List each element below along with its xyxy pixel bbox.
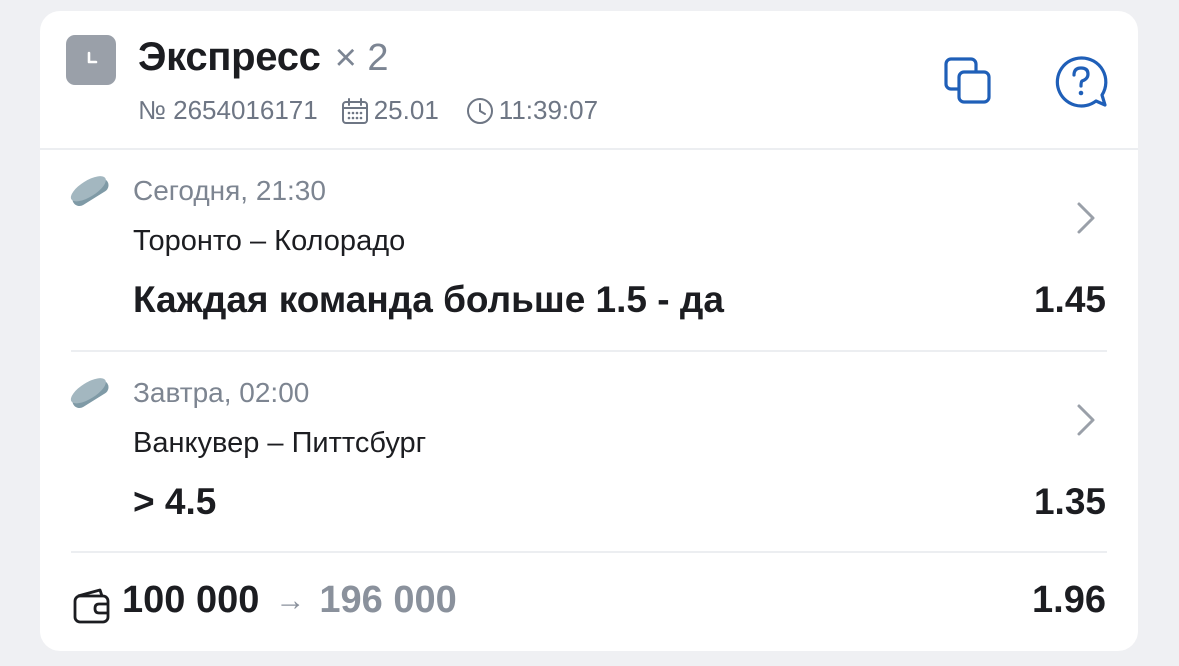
stake-amount: 100 000 (122, 579, 260, 621)
bet-meta: № 2654016171 25.01 11:39:07 (138, 95, 598, 126)
copy-icon (944, 57, 991, 104)
arrow-right-icon: → (275, 583, 306, 617)
clock-icon (465, 96, 495, 126)
copy-button[interactable] (938, 51, 1000, 113)
event-odds: 1.45 (1033, 279, 1106, 320)
bet-title-row: Экспресс × 2 (138, 35, 389, 80)
event-market: Каждая команда больше 1.5 - да (133, 279, 724, 320)
wallet-icon (72, 586, 112, 631)
bet-number: № 2654016171 (138, 95, 318, 125)
bet-summary: 100 000 → 196 000 1.96 (40, 553, 1138, 651)
event-row[interactable]: Завтра, 02:00 Ванкувер – Питтсбург > 4.5… (40, 354, 1138, 554)
stake-row: 100 000 → 196 000 (122, 579, 457, 622)
event-start-time: Сегодня, 21:30 (133, 175, 326, 206)
bet-card: Экспресс × 2 № 2654016171 25.01 11:39:07… (40, 11, 1138, 651)
event-row[interactable]: Сегодня, 21:30 Торонто – Колорадо Каждая… (40, 152, 1138, 352)
calendar-icon (340, 96, 370, 126)
divider (71, 350, 1107, 352)
event-market: > 4.5 (133, 481, 217, 522)
bet-time: 11:39:07 (498, 95, 599, 125)
bet-header: Экспресс × 2 № 2654016171 25.01 11:39:07 (40, 11, 1138, 150)
event-odds: 1.35 (1033, 481, 1106, 522)
bet-type-title: Экспресс (138, 35, 321, 79)
help-button[interactable] (1050, 51, 1112, 113)
hockey-puck-icon (68, 372, 114, 423)
pending-clock-icon (66, 35, 116, 85)
event-teams: Торонто – Колорадо (133, 225, 406, 257)
events-count: × 2 (334, 37, 389, 79)
chevron-right-icon (1074, 198, 1098, 243)
help-question-icon (1055, 56, 1108, 108)
event-teams: Ванкувер – Питтсбург (133, 427, 427, 459)
bet-date: 25.01 (373, 95, 439, 125)
total-odds: 1.96 (1032, 579, 1106, 621)
event-start-time: Завтра, 02:00 (133, 377, 310, 408)
hockey-puck-icon (68, 170, 114, 221)
chevron-right-icon (1074, 400, 1098, 445)
potential-payout: 196 000 (319, 579, 457, 621)
